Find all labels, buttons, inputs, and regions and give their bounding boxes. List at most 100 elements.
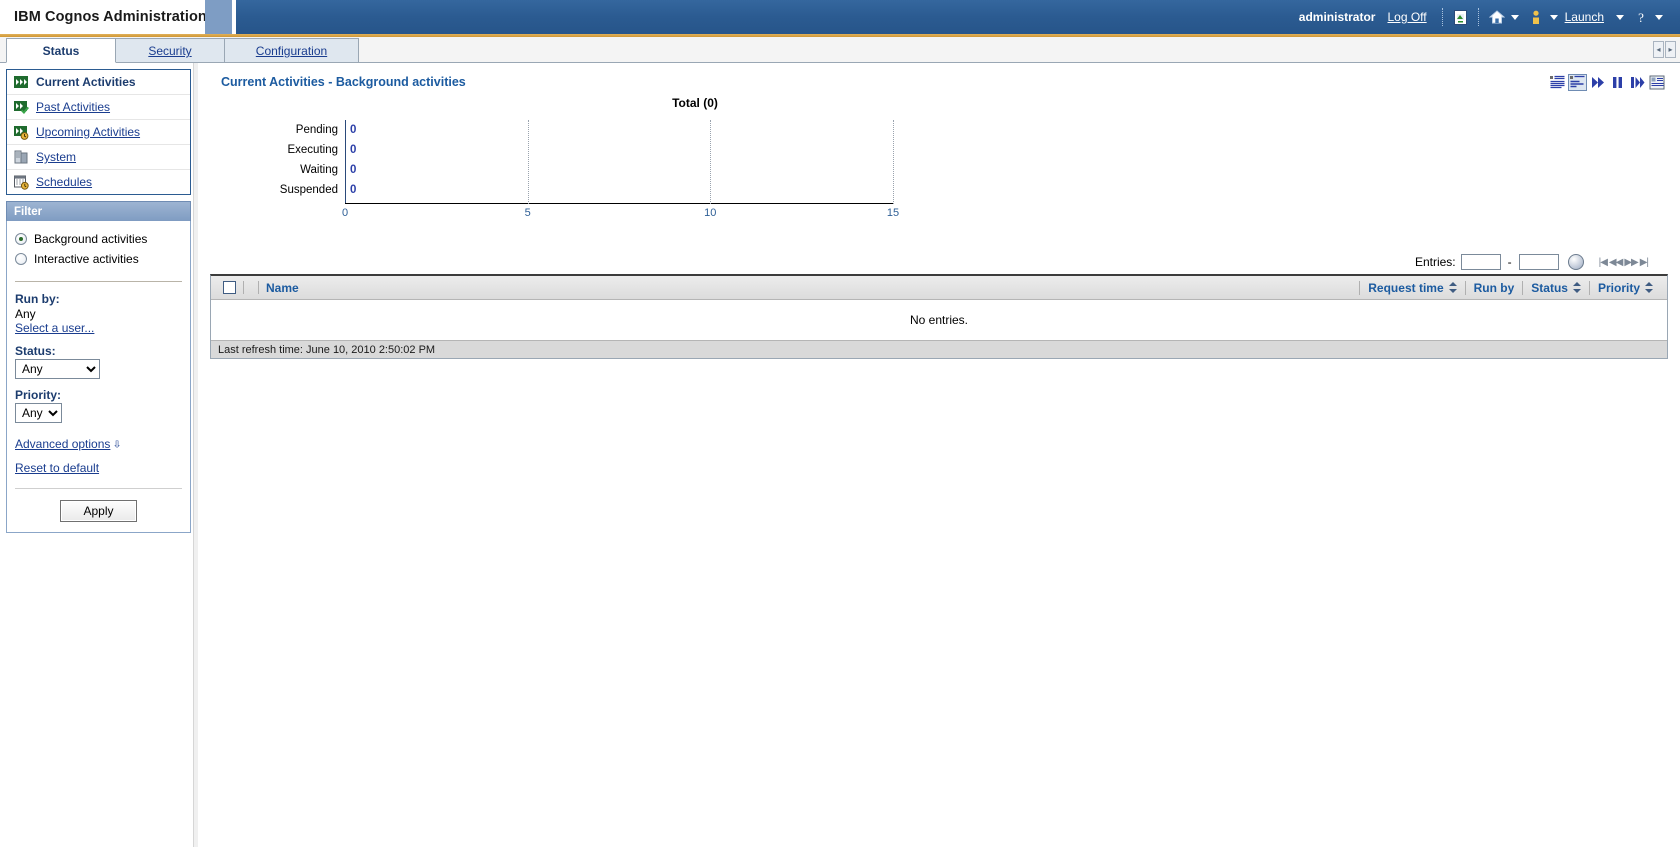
grid-footer: Last refresh time: June 10, 2010 2:50:02… xyxy=(211,340,1667,358)
go-button-icon[interactable] xyxy=(1567,254,1584,270)
sidebar-item-label: System xyxy=(36,150,77,164)
tab-security-label[interactable]: Security xyxy=(148,44,191,58)
sort-icon[interactable] xyxy=(1448,282,1457,293)
page-title: Current Activities - Background activiti… xyxy=(221,75,466,89)
radio-interactive-activities-label: Interactive activities xyxy=(34,252,139,266)
filter-panel-header: Filter xyxy=(6,201,191,221)
chevron-double-down-icon[interactable]: ⇩ xyxy=(112,439,121,450)
sidebar-item-upcoming-activities[interactable]: Upcoming Activities xyxy=(7,119,190,144)
column-header-priority-label: Priority xyxy=(1597,280,1640,295)
past-activities-icon xyxy=(13,99,29,115)
prev-page-icon[interactable]: ◀◀ xyxy=(1609,257,1623,268)
priority-filter-label: Priority: xyxy=(15,388,62,402)
pager-controls: |◀ ◀◀ ▶▶ ▶| xyxy=(1599,257,1649,268)
help-chevron-down-icon[interactable] xyxy=(1655,14,1663,20)
radio-background-activities-indicator[interactable] xyxy=(15,233,27,245)
chart-category-label: Executing xyxy=(287,144,338,156)
app-banner: IBM Cognos Administration administrator … xyxy=(0,0,1680,34)
advanced-options-row: Advanced options ⇩ xyxy=(15,437,182,451)
column-header-status-label: Status xyxy=(1531,280,1568,295)
sidebar-item-past-activities[interactable]: Past Activities xyxy=(7,94,190,119)
sidebar-item-current-activities[interactable]: Current Activities xyxy=(7,70,190,94)
column-header-priority[interactable]: Priority xyxy=(1588,280,1661,295)
radio-interactive-activities[interactable]: Interactive activities xyxy=(15,249,182,269)
status-filter-select[interactable]: Any xyxy=(15,359,100,379)
column-header-request-time-label: Request time xyxy=(1368,280,1444,295)
pause-icon[interactable] xyxy=(1609,75,1626,90)
chart-value-label: 0 xyxy=(350,144,357,156)
sidebar-item-system[interactable]: System xyxy=(7,144,190,169)
upcoming-activities-icon xyxy=(13,124,29,140)
radio-background-activities[interactable]: Background activities xyxy=(15,229,182,249)
entries-to-input[interactable] xyxy=(1518,254,1559,270)
sidebar-item-label: Schedules xyxy=(36,175,93,189)
column-header-name[interactable]: Name xyxy=(266,281,299,295)
select-all-checkbox[interactable] xyxy=(223,281,236,294)
grid-empty-message: No entries. xyxy=(909,313,969,327)
home-icon[interactable] xyxy=(1487,7,1507,27)
help-question-icon[interactable]: ? xyxy=(1631,7,1651,27)
chart-category-label: Suspended xyxy=(279,184,338,196)
radio-background-activities-label: Background activities xyxy=(34,232,148,246)
radio-interactive-activities-indicator[interactable] xyxy=(15,253,27,265)
tab-status[interactable]: Status xyxy=(6,38,116,63)
sidebar: Current Activities Past Activities Upcom… xyxy=(0,63,198,847)
current-user-label: administrator xyxy=(1298,10,1376,24)
sidebar-item-label: Upcoming Activities xyxy=(36,125,141,139)
first-page-icon[interactable]: |◀ xyxy=(1599,257,1608,268)
column-header-request-time[interactable]: Request time xyxy=(1359,280,1464,295)
chart-view-icon[interactable] xyxy=(1568,74,1587,91)
chart-row-suspended: Suspended 0 xyxy=(280,180,893,200)
chart-category-label: Pending xyxy=(295,124,338,136)
resume-icon[interactable] xyxy=(1629,75,1646,90)
reset-to-default-link[interactable]: Reset to default xyxy=(15,461,99,475)
launch-menu-link[interactable]: Launch xyxy=(1565,10,1604,24)
run-by-label: Run by: xyxy=(15,292,60,306)
last-page-icon[interactable]: ▶| xyxy=(1640,257,1649,268)
tab-configuration[interactable]: Configuration xyxy=(224,38,359,62)
chart-value-label: 0 xyxy=(350,184,357,196)
chart-row-pending: Pending 0 xyxy=(296,120,893,140)
banner-divider xyxy=(1441,8,1444,26)
run-icon[interactable] xyxy=(1589,75,1606,90)
sidebar-item-label: Current Activities xyxy=(36,75,136,89)
entries-range-dash: - xyxy=(1507,255,1512,269)
content-toolbar xyxy=(1549,74,1666,91)
schedules-calendar-icon xyxy=(13,174,29,190)
my-area-chevron-down-icon[interactable] xyxy=(1549,14,1558,20)
chart-row-waiting: Waiting 0 xyxy=(300,160,893,180)
sidebar-nav: Current Activities Past Activities Upcom… xyxy=(6,69,191,195)
refresh-page-icon[interactable] xyxy=(1451,7,1471,27)
current-activities-icon xyxy=(13,74,29,90)
sort-icon[interactable] xyxy=(1572,282,1581,293)
chart-category-label: Waiting xyxy=(300,164,338,176)
tabstrip-scroll-controls: ◂ ▸ xyxy=(1653,41,1676,58)
entries-from-input[interactable] xyxy=(1460,254,1501,270)
my-area-person-icon[interactable] xyxy=(1526,7,1546,27)
column-header-status[interactable]: Status xyxy=(1522,280,1589,295)
log-off-link[interactable]: Log Off xyxy=(1387,10,1426,24)
sidebar-item-schedules[interactable]: Schedules xyxy=(7,169,190,194)
app-title-box: IBM Cognos Administration xyxy=(0,0,207,34)
next-page-icon[interactable]: ▶▶ xyxy=(1624,257,1638,268)
priority-filter-select[interactable]: Any xyxy=(15,403,62,423)
select-a-user-link[interactable]: Select a user... xyxy=(15,321,94,335)
grid-empty-state: No entries. xyxy=(211,300,1667,340)
tab-configuration-label[interactable]: Configuration xyxy=(256,44,327,58)
tab-security[interactable]: Security xyxy=(115,38,225,62)
column-header-run-by[interactable]: Run by xyxy=(1464,280,1523,295)
apply-button[interactable]: Apply xyxy=(60,500,137,522)
home-chevron-down-icon[interactable] xyxy=(1510,14,1519,20)
list-view-icon[interactable] xyxy=(1549,75,1566,90)
tabstrip-scroll-left-icon[interactable]: ◂ xyxy=(1653,41,1664,58)
grid-header-row: Name Request time Run by Status Priority xyxy=(211,276,1667,300)
page-body: Current Activities Past Activities Upcom… xyxy=(0,63,1680,847)
properties-icon[interactable] xyxy=(1649,75,1666,90)
launch-chevron-down-icon[interactable] xyxy=(1616,14,1624,20)
chart-value-label: 0 xyxy=(350,164,357,176)
status-filter-label: Status: xyxy=(15,344,56,358)
filter-divider xyxy=(15,281,182,282)
advanced-options-link[interactable]: Advanced options xyxy=(15,437,110,451)
sort-icon[interactable] xyxy=(1645,282,1653,293)
tabstrip-scroll-right-icon[interactable]: ▸ xyxy=(1665,41,1676,58)
